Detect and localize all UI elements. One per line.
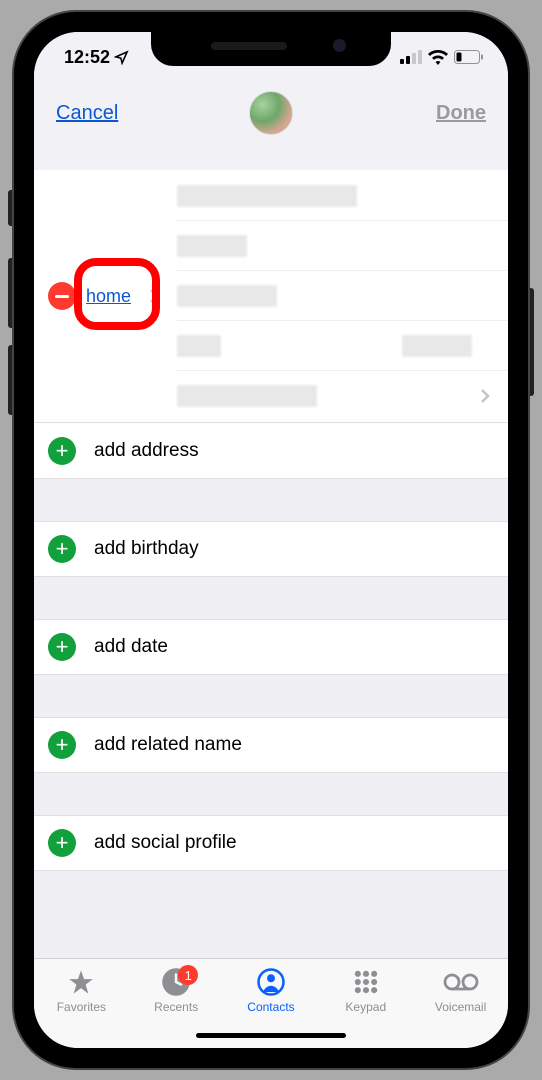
tab-favorites-label: Favorites [57,1000,106,1014]
add-related-name-label: add related name [94,734,242,756]
address-field-4[interactable] [177,321,508,371]
tab-voicemail[interactable]: Voicemail [425,967,497,1048]
plus-icon: + [48,731,76,759]
home-indicator[interactable] [196,1033,346,1038]
tab-keypad-label: Keypad [345,1000,386,1014]
wifi-icon [428,50,448,65]
notch [151,32,391,66]
nav-header: Cancel Done [34,82,508,144]
star-icon [66,968,96,996]
time-text: 12:52 [64,47,110,68]
add-address-row[interactable]: + add address [34,423,508,479]
tab-contacts-label: Contacts [247,1000,294,1014]
address-section: home [34,170,508,423]
recents-badge: 1 [178,965,198,985]
cancel-button[interactable]: Cancel [56,102,118,125]
disclosure-chevron-icon [480,388,490,404]
done-button[interactable]: Done [436,102,486,125]
add-social-profile-label: add social profile [94,832,237,854]
address-label[interactable]: home [86,286,131,307]
keypad-icon [352,968,380,996]
plus-icon: + [48,535,76,563]
plus-icon: + [48,437,76,465]
contact-icon [256,967,286,997]
voicemail-icon [443,972,479,992]
chevron-right-icon [149,288,159,304]
add-address-label: add address [94,440,199,462]
phone-frame: 12:52 [14,12,528,1068]
address-label-container[interactable]: home [86,286,159,307]
plus-icon: + [48,633,76,661]
add-date-label: add date [94,636,168,658]
signal-icon [400,50,422,64]
status-time: 12:52 [64,47,129,68]
add-date-row[interactable]: + add date [34,619,508,675]
add-social-profile-row[interactable]: + add social profile [34,815,508,871]
add-related-name-row[interactable]: + add related name [34,717,508,773]
tab-voicemail-label: Voicemail [435,1000,486,1014]
address-row: home [34,170,508,422]
add-birthday-row[interactable]: + add birthday [34,521,508,577]
address-fields [177,171,508,421]
add-birthday-label: add birthday [94,538,199,560]
address-field-3[interactable] [177,271,508,321]
battery-icon [454,50,484,64]
address-field-2[interactable] [177,221,508,271]
plus-icon: + [48,829,76,857]
remove-address-button[interactable] [48,282,76,310]
tab-favorites[interactable]: Favorites [45,967,117,1048]
contact-avatar[interactable] [249,91,293,135]
tab-recents-label: Recents [154,1000,198,1014]
content-area[interactable]: home [34,144,508,958]
screen: 12:52 [34,32,508,1048]
address-field-5[interactable] [177,371,508,421]
tab-bar: Favorites 1 Recents [34,958,508,1048]
address-field-1[interactable] [177,171,508,221]
location-arrow-icon [114,50,129,65]
